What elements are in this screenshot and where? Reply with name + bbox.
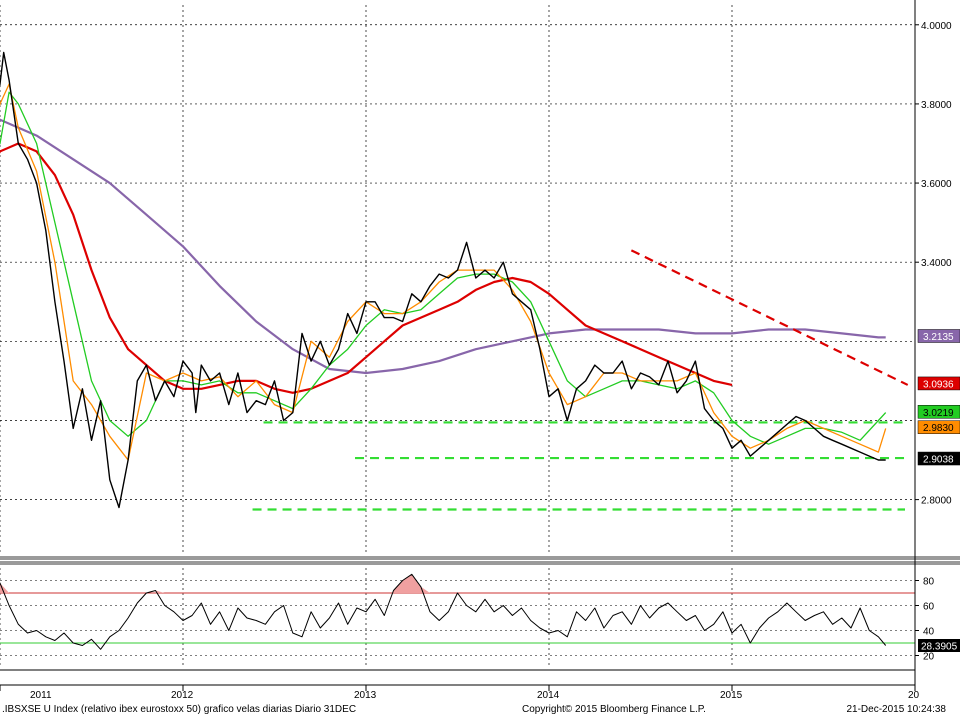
- main-y-tick-label: 3.8000: [921, 100, 952, 111]
- x-tick-label: 2015: [720, 690, 743, 701]
- copyright: Copyright© 2015 Bloomberg Finance L.P.: [522, 704, 706, 715]
- rsi-y-tick-label: 40: [923, 627, 935, 638]
- x-tick-label: 2014: [537, 690, 560, 701]
- rsi-y-tick-label: 60: [923, 602, 935, 613]
- value-tag-5: 2.9038: [917, 451, 960, 466]
- main-y-tick-label: 3.4000: [921, 258, 952, 269]
- main-y-tick-label: 2.8000: [921, 496, 952, 507]
- value-tag-label: 3.2135: [923, 332, 954, 343]
- value-tag-4: 2.9830: [917, 420, 960, 434]
- rsi-value-tag-label: 28.3905: [921, 642, 958, 653]
- x-tick-label: 20: [908, 690, 920, 701]
- rsi-y-tick-label: 20: [923, 652, 935, 663]
- value-tag-label: 3.0219: [923, 408, 954, 419]
- rsi-value-tag: 28.3905: [918, 639, 960, 653]
- value-tag-label: 3.0936: [923, 379, 954, 390]
- chart-background: [0, 0, 960, 720]
- value-tag-1: 3.2135: [917, 329, 960, 343]
- panel-divider-bar-bottom: [0, 561, 960, 565]
- x-tick-label: 2011: [30, 690, 52, 701]
- timestamp: 21-Dec-2015 10:24:38: [846, 704, 946, 715]
- value-tag-label: 2.9038: [923, 455, 954, 466]
- bloomberg-chart: 4.00003.80003.60003.40002.8000 80604020 …: [0, 0, 960, 720]
- x-tick-label: 2012: [171, 690, 194, 701]
- rsi-y-tick-label: 80: [923, 577, 935, 588]
- value-tag-label: 2.9830: [923, 423, 954, 434]
- main-y-tick-label: 3.6000: [921, 179, 952, 190]
- chart-title: .IBSXSE U Index (relativo ibex eurostoxx…: [2, 704, 357, 715]
- value-tag-2: 3.0936: [917, 376, 960, 390]
- panel-divider-bar-top: [0, 556, 960, 560]
- x-tick-label: 2013: [354, 690, 377, 701]
- main-y-tick-label: 4.0000: [921, 21, 952, 32]
- value-tag-3: 3.0219: [917, 405, 960, 419]
